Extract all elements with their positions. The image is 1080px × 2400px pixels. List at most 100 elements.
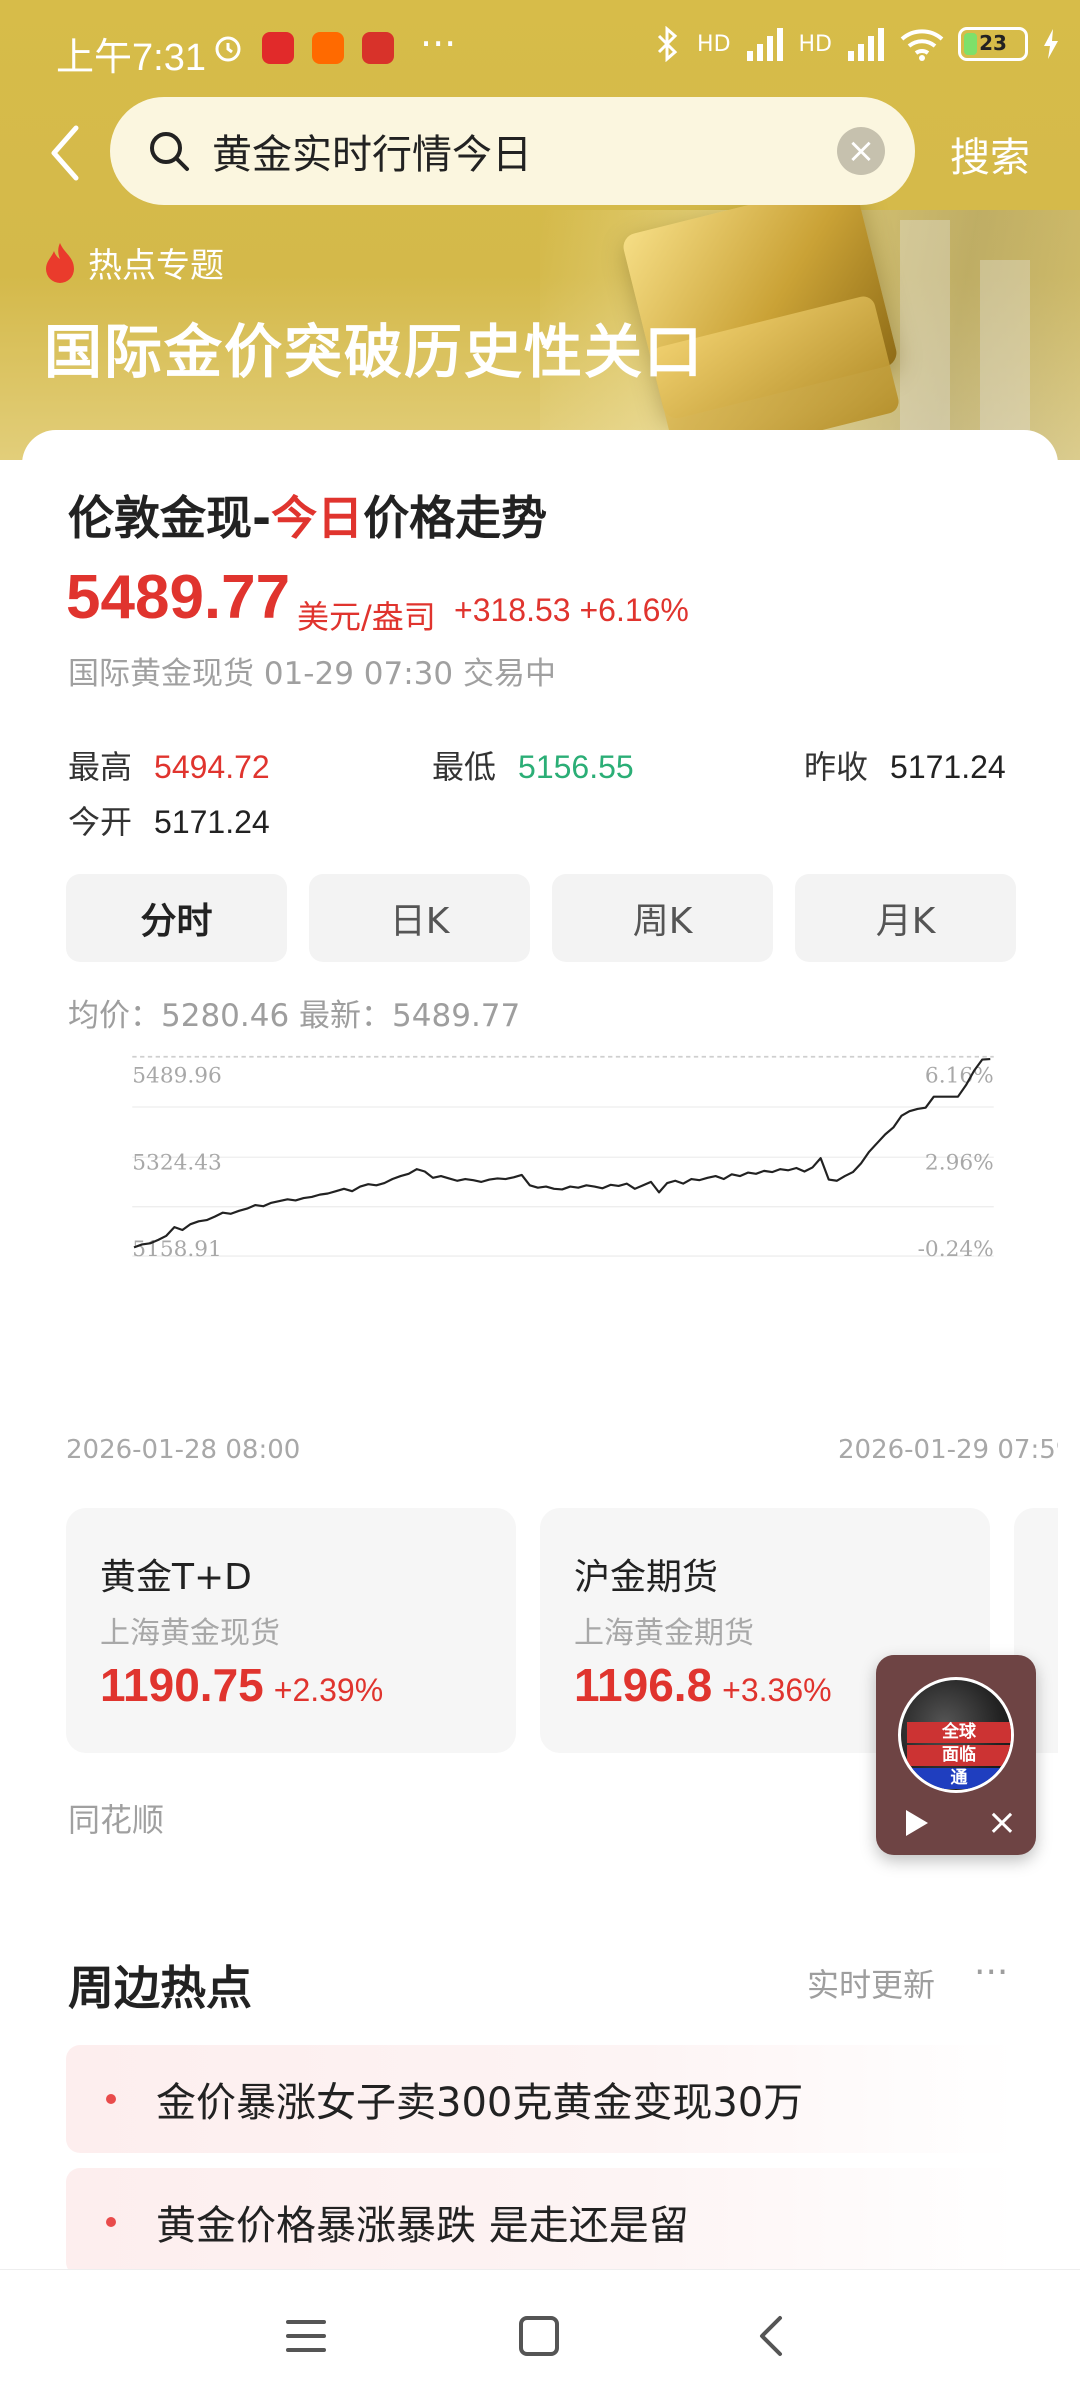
status-time: 上午7:31 <box>56 37 206 79</box>
hot-item-text: 黄金价格暴涨暴跌 是走还是留 <box>156 2203 689 2249</box>
change-value: +318.53 <box>454 592 571 628</box>
stat-value: 5494.72 <box>154 749 270 785</box>
caption-line: 面临 <box>907 1745 1011 1766</box>
search-button[interactable]: 搜索 <box>950 125 1030 183</box>
intraday-chart[interactable]: 5489.96 5324.43 5158.91 6.16% 2.96% -0.2… <box>66 1055 1060 1315</box>
related-hot-topics: 周边热点 实时更新 ··· 金价暴涨女子卖300克黄金变现30万 黄金价格暴涨暴… <box>22 1900 1058 2320</box>
price-change: +318.53 +6.16% <box>454 592 689 629</box>
price-series-line <box>133 1057 991 1249</box>
quote-title: 伦敦金现-今日价格走势 <box>68 482 547 548</box>
market-change: +3.36% <box>722 1672 832 1708</box>
topic-headline[interactable]: 国际金价突破历史性关口 <box>44 305 704 389</box>
caption-line: 全球 <box>907 1722 1011 1743</box>
market-price-value: 1190.75 <box>100 1659 264 1711</box>
tab-weekly-k[interactable]: 周K <box>552 874 773 962</box>
market-price-value: 1196.8 <box>574 1659 713 1711</box>
market-change: +2.39% <box>273 1672 384 1708</box>
market-name: 沪金期货 <box>574 1557 719 1598</box>
wifi-icon <box>900 29 944 61</box>
tab-monthly-k[interactable]: 月K <box>795 874 1016 962</box>
market-card-td[interactable]: 黄金T+D 上海黄金现货 1190.75 +2.39% <box>66 1508 516 1753</box>
y-tick-right: 6.16% <box>925 1064 994 1089</box>
average-latest: 均价：5280.46 最新：5489.77 <box>68 998 521 1034</box>
stat-label: 最低 <box>432 748 497 786</box>
video-caption: 全球 面临 通 <box>907 1720 1011 1790</box>
stat-label: 今开 <box>68 803 133 841</box>
x-axis-start: 2026-01-28 08:00 <box>66 1435 301 1465</box>
search-icon <box>150 132 189 171</box>
status-bar: 上午7:31 ··· HD HD 23 <box>0 0 1080 100</box>
x-axis-end: 2026-01-29 07:59 <box>838 1435 1058 1465</box>
title-suffix: 价格走势 <box>363 491 548 545</box>
stat-high: 最高 5494.72 <box>68 742 270 788</box>
market-sub: 上海黄金期货 <box>574 1616 754 1651</box>
title-highlight: 今日 <box>271 491 364 545</box>
back-icon[interactable] <box>750 2312 798 2360</box>
back-arrow-icon[interactable] <box>42 118 92 188</box>
tab-intraday[interactable]: 分时 <box>66 874 287 962</box>
stat-value: 5171.24 <box>154 804 270 840</box>
play-icon[interactable] <box>898 1805 934 1841</box>
stat-label: 昨收 <box>804 748 869 786</box>
stat-label: 最高 <box>68 748 133 786</box>
home-icon[interactable] <box>515 2312 563 2360</box>
battery-level: 23 <box>979 31 1007 55</box>
network-type: HD <box>798 31 832 57</box>
more-notifications-icon: ··· <box>420 22 457 66</box>
change-percent: +6.16% <box>579 592 689 628</box>
chart-tabs: 分时 日K 周K 月K <box>66 874 1016 962</box>
menu-icon[interactable] <box>282 2312 330 2360</box>
search-input[interactable]: 黄金实时行情今日 <box>212 122 532 180</box>
signal-icon <box>746 28 783 61</box>
mi-app-icon <box>312 32 344 64</box>
title-prefix: 伦敦金现- <box>68 491 272 545</box>
flame-icon <box>46 242 74 283</box>
charging-icon <box>1044 29 1058 59</box>
search-box[interactable]: 黄金实时行情今日 × <box>110 97 915 205</box>
bullet-icon <box>106 2094 116 2104</box>
close-icon[interactable]: × <box>984 1805 1020 1841</box>
market-price: 1190.75 +2.39% <box>100 1658 383 1712</box>
bullet-icon <box>106 2217 116 2227</box>
market-price: 1196.8 +3.36% <box>574 1658 832 1712</box>
app-notification-icon <box>262 32 294 64</box>
system-navigation-bar <box>0 2270 1080 2400</box>
market-name: 黄金T+D <box>100 1557 252 1598</box>
signal-icon <box>848 28 884 61</box>
app-notification-icon <box>362 32 394 64</box>
y-tick-right: 2.96% <box>925 1150 994 1175</box>
stat-value: 5171.24 <box>890 749 1006 785</box>
realtime-update-label: 实时更新 <box>807 1966 936 2004</box>
floating-video-player[interactable]: 全球 面临 通 × <box>876 1655 1036 1855</box>
network-type: HD <box>697 31 731 57</box>
bluetooth-icon <box>657 26 678 62</box>
caption-line: 通 <box>907 1768 1011 1789</box>
price-unit: 美元/盎司 <box>297 598 436 636</box>
hot-topic-tag: 热点专题 <box>42 238 224 287</box>
clear-icon[interactable]: × <box>837 127 885 175</box>
quote-subtitle: 国际黄金现货 01-29 07:30 交易中 <box>68 656 556 692</box>
battery-icon: 23 <box>958 27 1028 61</box>
banner-building <box>900 220 950 460</box>
alarm-icon <box>215 36 241 62</box>
y-tick-left: 5489.96 <box>132 1064 222 1089</box>
list-item[interactable]: 金价暴涨女子卖300克黄金变现30万 <box>66 2045 1016 2153</box>
y-tick-left: 5324.43 <box>132 1150 222 1175</box>
list-item[interactable]: 黄金价格暴涨暴跌 是走还是留 <box>66 2168 1016 2276</box>
stat-open: 今开 5171.24 <box>68 797 270 843</box>
section-title: 周边热点 <box>68 1961 252 2015</box>
more-options-icon[interactable]: ··· <box>974 1952 1008 1993</box>
tab-daily-k[interactable]: 日K <box>309 874 530 962</box>
current-price: 5489.77 <box>66 563 291 632</box>
data-source: 同花顺 <box>68 1801 165 1839</box>
y-tick-right: -0.24% <box>918 1237 994 1262</box>
status-icons: HD HD 23 <box>653 26 1060 62</box>
hot-item-text: 金价暴涨女子卖300克黄金变现30万 <box>156 2080 804 2126</box>
stat-low: 最低 5156.55 <box>432 742 634 788</box>
stat-prev-close: 昨收 5171.24 <box>804 742 1006 788</box>
market-sub: 上海黄金现货 <box>100 1616 280 1651</box>
y-tick-left: 5158.91 <box>132 1237 222 1262</box>
topic-label: 热点专题 <box>88 246 224 286</box>
stat-value: 5156.55 <box>518 749 634 785</box>
video-thumbnail[interactable]: 全球 面临 通 <box>898 1677 1014 1793</box>
